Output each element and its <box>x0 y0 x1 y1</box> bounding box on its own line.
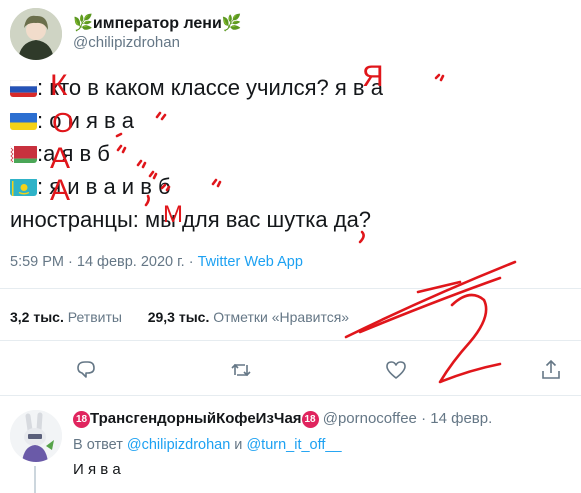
tweet-source-app[interactable]: Twitter Web App <box>198 254 303 270</box>
reply-author-handle[interactable]: @pornocoffee <box>323 410 417 427</box>
author-name[interactable]: 🌿император лени🌿 <box>73 13 242 33</box>
replying-to: В ответ @chilipizdrohan и @turn_it_off__ <box>73 437 342 453</box>
russia-flag-icon <box>10 78 37 97</box>
thread-line <box>34 466 36 493</box>
reply-author-name[interactable]: ТрансгендорныйКофеИзЧая <box>90 410 302 427</box>
likes-stat[interactable]: 29,3 тыс. Отметки «Нравится» <box>148 309 349 325</box>
age-18-icon: 18 <box>73 411 90 428</box>
replying-to-and: и <box>230 437 247 453</box>
tweet-line: :а я в б <box>10 140 110 168</box>
likes-count: 29,3 тыс. <box>147 309 210 325</box>
like-icon[interactable] <box>383 357 409 383</box>
tweet-line: иностранцы: мы для вас шутка да? <box>10 207 372 232</box>
tweet-line-text: : я и в а и в б <box>37 174 171 199</box>
ukraine-flag-icon <box>10 111 37 130</box>
tweet-actions <box>0 357 581 383</box>
scribble-bar <box>416 280 462 294</box>
leaf-emoji: 🌿 <box>73 15 93 32</box>
mention-link[interactable]: @chilipizdrohan <box>127 437 230 453</box>
kazakhstan-flag-icon <box>10 177 37 196</box>
tweet-line-text: : кто в каком классе учился? я в а <box>37 75 383 100</box>
scribble-quote-mark <box>136 159 147 169</box>
tweet-line: : о и я в а <box>10 107 134 135</box>
belarus-flag-icon <box>10 144 37 163</box>
share-icon[interactable] <box>538 357 564 383</box>
replying-to-prefix: В ответ <box>73 437 127 453</box>
author-name-text: император лени <box>92 15 222 32</box>
reply-date[interactable]: 14 февр. <box>430 410 492 427</box>
divider <box>0 340 581 341</box>
tweet-date[interactable]: 14 февр. 2020 г. <box>77 254 185 270</box>
tweet-line-text: :а я в б <box>37 141 110 166</box>
retweets-count: 3,2 тыс. <box>10 309 64 325</box>
scribble-long-stroke <box>344 260 517 339</box>
scribble-quote-mark <box>211 178 222 188</box>
divider <box>0 288 581 289</box>
tweet-time[interactable]: 5:59 PM <box>10 254 64 270</box>
tweet-meta: 5:59 PM · 14 февр. 2020 г. · Twitter Web… <box>10 254 303 270</box>
reply-header: 18 ТрансгендорныйКофеИзЧая 18 @pornocoffee… <box>73 410 492 428</box>
retweet-icon[interactable] <box>228 357 254 383</box>
reply-icon[interactable] <box>73 357 99 383</box>
scribble-quote-mark <box>116 144 127 154</box>
meta-separator: · <box>184 254 198 270</box>
meta-separator: · <box>64 254 77 270</box>
tweet-line-text: : о и я в а <box>37 108 135 133</box>
tweet-line: : я и в а и в б <box>10 173 171 201</box>
tweet-stats: 3,2 тыс. Ретвиты 29,3 тыс. Отметки «Нрав… <box>10 309 349 325</box>
divider <box>0 395 581 396</box>
scribble-quote-mark <box>155 111 167 121</box>
scribble-quote-mark <box>434 73 445 82</box>
leaf-emoji: 🌿 <box>221 15 242 32</box>
retweets-stat[interactable]: 3,2 тыс. Ретвиты <box>10 309 122 325</box>
mention-link[interactable]: @turn_it_off__ <box>246 437 341 453</box>
retweets-label: Ретвиты <box>63 309 122 325</box>
reply-avatar[interactable] <box>10 410 62 462</box>
age-18-icon: 18 <box>301 411 319 428</box>
reply-text: И я в а <box>73 461 121 478</box>
scribble-long-stroke <box>358 276 502 334</box>
tweet-line: : кто в каком классе учился? я в а <box>10 74 383 102</box>
author-avatar[interactable] <box>10 8 62 60</box>
author-handle[interactable]: @chilipizdrohan <box>73 34 180 51</box>
reply-separator: · <box>416 410 431 427</box>
likes-label: Отметки «Нравится» <box>209 309 350 325</box>
